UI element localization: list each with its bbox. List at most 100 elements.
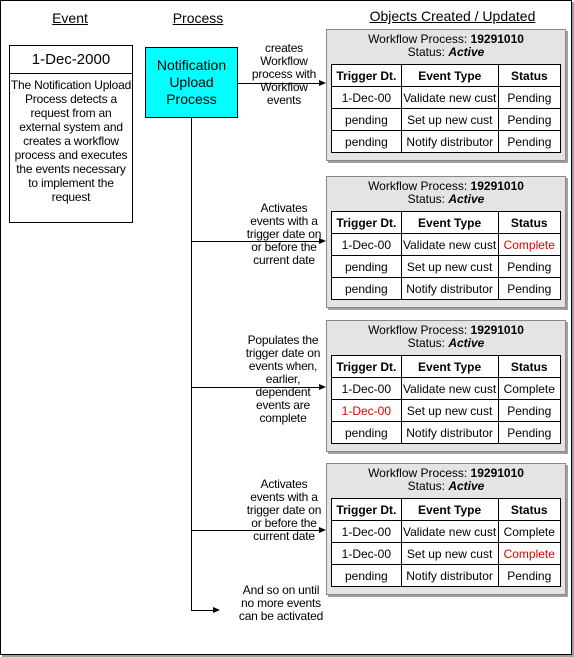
cell-status: Complete <box>497 233 561 256</box>
cell-trigger: pending <box>331 277 402 300</box>
workflow-process-snapshot: Workflow Process: 19291010 Status: Active… <box>326 463 566 595</box>
cell-type: Set up new cust <box>400 399 499 422</box>
cell-status: Pending <box>497 277 561 300</box>
workflow-process-title: Workflow Process: 19291010 Status: Active <box>327 464 565 493</box>
table-row: 1-Dec-00 Validate new cust Pending <box>331 86 562 109</box>
cell-status: Pending <box>497 86 562 109</box>
cell-type: Notify distributor <box>400 130 499 153</box>
status-label: Status: <box>407 479 445 493</box>
cell-trigger: pending <box>331 108 402 131</box>
workflow-process-snapshot: Workflow Process: 19291010 Status: Active… <box>326 176 566 308</box>
workflow-process-snapshot: Workflow Process: 19291010 Status: Active… <box>326 320 566 452</box>
workflow-events-table: Trigger Dt. Event Type Status 1-Dec-00 Valid… <box>331 64 562 153</box>
cell-trigger: pending <box>331 421 402 444</box>
column-header: Trigger Dt. <box>331 211 402 234</box>
table-row: 1-Dec-00 Set up new cust Complete <box>331 542 561 565</box>
process-name: Notification Upload Process <box>156 57 227 107</box>
step-label: Populates the trigger date on events whe… <box>245 333 321 425</box>
workflow-process-title: Workflow Process: 19291010 Status: Active <box>327 177 565 206</box>
column-header: Status <box>497 498 561 521</box>
process-column-header: Process <box>172 10 224 26</box>
workflow-events-table: Trigger Dt. Event Type Status 1-Dec-00 Valid… <box>331 211 561 300</box>
table-row: pending Notify distributor Pending <box>331 564 561 587</box>
cell-trigger: pending <box>331 255 402 278</box>
cell-status: Pending <box>497 108 562 131</box>
cell-type: Validate new cust <box>400 377 499 400</box>
column-header: Status <box>497 64 562 87</box>
cell-status: Pending <box>497 255 561 278</box>
cell-trigger: 1-Dec-00 <box>331 520 402 543</box>
step-label: creates Workflow process with Workflow e… <box>251 41 317 107</box>
cell-status: Complete <box>497 520 561 543</box>
table-row: pending Notify distributor Pending <box>331 130 562 153</box>
cell-status: Pending <box>497 421 561 444</box>
table-row: 1-Dec-00 Validate new cust Complete <box>331 520 561 543</box>
table-header-row: Trigger Dt. Event Type Status <box>331 498 561 521</box>
step-label: Activates events with a trigger date on … <box>246 477 322 543</box>
table-row: 1-Dec-00 Set up new cust Pending <box>331 399 561 422</box>
process-status: Active <box>448 336 485 350</box>
process-label: Workflow Process: <box>368 179 468 193</box>
cell-trigger: 1-Dec-00 <box>331 377 402 400</box>
event-date: 1-Dec-2000 <box>10 46 132 74</box>
table-row: pending Notify distributor Pending <box>331 421 561 444</box>
cell-type: Validate new cust <box>400 520 499 543</box>
process-label: Workflow Process: <box>368 323 468 337</box>
step-label: Activates events with a trigger date on … <box>246 201 322 267</box>
workflow-events-table: Trigger Dt. Event Type Status 1-Dec-00 Valid… <box>331 498 561 587</box>
cell-status: Complete <box>497 377 561 400</box>
table-row: 1-Dec-00 Validate new cust Complete <box>331 233 561 256</box>
workflow-process-snapshot: Workflow Process: 19291010 Status: Active… <box>326 29 566 161</box>
workflow-process-title: Workflow Process: 19291010 Status: Active <box>327 30 565 59</box>
process-status: Active <box>448 192 485 206</box>
column-header: Trigger Dt. <box>331 498 402 521</box>
column-header: Event Type <box>400 355 499 378</box>
cell-status: Complete <box>497 542 561 565</box>
status-label: Status: <box>407 336 445 350</box>
process-id: 19291010 <box>470 466 524 480</box>
cell-type: Set up new cust <box>400 255 499 278</box>
workflow-process-title: Workflow Process: 19291010 Status: Active <box>327 321 565 350</box>
column-header: Trigger Dt. <box>331 355 402 378</box>
cell-status: Pending <box>497 399 561 422</box>
table-row: pending Notify distributor Pending <box>331 277 561 300</box>
process-box: Notification Upload Process <box>145 47 238 118</box>
status-label: Status: <box>407 45 445 59</box>
arrowhead-icon <box>213 607 220 613</box>
column-header: Event Type <box>400 64 499 87</box>
cell-status: Pending <box>497 130 562 153</box>
table-header-row: Trigger Dt. Event Type Status <box>331 211 561 234</box>
event-box: 1-Dec-2000 The Notification Upload Proce… <box>9 45 133 223</box>
table-header-row: Trigger Dt. Event Type Status <box>331 355 561 378</box>
step-label: And so on until no more events can be ac… <box>238 583 324 623</box>
cell-trigger: 1-Dec-00 <box>331 542 402 565</box>
event-description: The Notification Upload Process detects … <box>10 78 132 204</box>
cell-status: Pending <box>497 564 561 587</box>
table-header-row: Trigger Dt. Event Type Status <box>331 64 562 87</box>
cell-trigger: 1-Dec-00 <box>331 399 402 422</box>
process-label: Workflow Process: <box>368 466 468 480</box>
process-status: Active <box>448 45 485 59</box>
table-row: pending Set up new cust Pending <box>331 108 562 131</box>
cell-type: Set up new cust <box>400 108 499 131</box>
cell-type: Set up new cust <box>400 542 499 565</box>
table-row: 1-Dec-00 Validate new cust Complete <box>331 377 561 400</box>
cell-trigger: pending <box>331 130 402 153</box>
cell-type: Notify distributor <box>400 421 499 444</box>
event-column-header: Event <box>52 10 88 26</box>
column-header: Status <box>497 211 561 234</box>
status-label: Status: <box>407 192 445 206</box>
workflow-events-table: Trigger Dt. Event Type Status 1-Dec-00 Valid… <box>331 355 561 444</box>
column-header: Status <box>497 355 561 378</box>
process-id: 19291010 <box>470 323 524 337</box>
cell-trigger: pending <box>331 564 402 587</box>
process-id: 19291010 <box>470 179 524 193</box>
column-header: Trigger Dt. <box>331 64 402 87</box>
cell-trigger: 1-Dec-00 <box>331 233 402 256</box>
column-header: Event Type <box>400 211 499 234</box>
process-timeline-line <box>191 117 192 611</box>
column-header: Event Type <box>400 498 499 521</box>
cell-type: Validate new cust <box>400 233 499 256</box>
objects-column-header: Objects Created / Updated <box>369 8 536 24</box>
process-label: Workflow Process: <box>368 32 468 46</box>
